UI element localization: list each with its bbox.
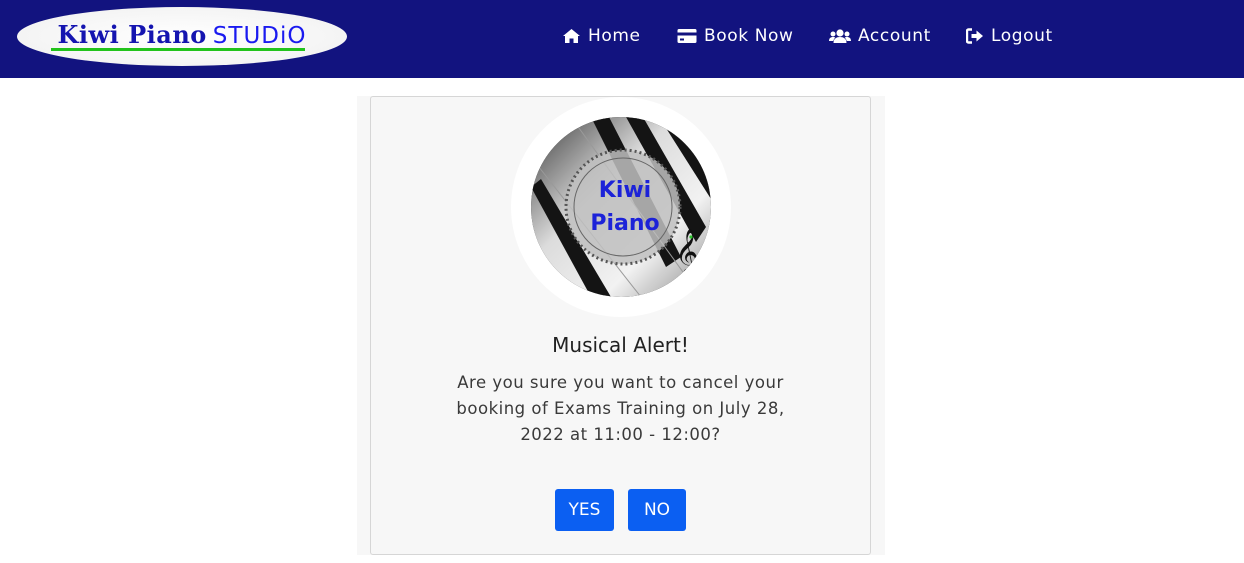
treble-clef-icon: 𝄞 xyxy=(675,229,699,277)
logo-brand-text: Kiwi Piano xyxy=(57,20,207,49)
home-icon xyxy=(563,29,580,43)
nav-home-label: Home xyxy=(588,26,641,46)
avatar-frame: Kiwi Piano 𝄞 xyxy=(511,97,731,317)
piano-keys-image: Kiwi Piano 𝄞 xyxy=(531,117,711,297)
dialog-message: Are you sure you want to cancel your boo… xyxy=(456,373,785,444)
users-icon xyxy=(829,29,851,43)
credit-card-icon xyxy=(677,29,697,43)
yes-button[interactable]: YES xyxy=(555,489,614,531)
kiwi-piano-avatar: Kiwi Piano 𝄞 xyxy=(531,117,711,297)
nav-logout-link[interactable]: Logout xyxy=(966,22,1053,50)
dialog-title: Musical Alert! xyxy=(552,333,689,357)
cancel-booking-dialog: Kiwi Piano 𝄞 Musical Alert! Are you sure… xyxy=(370,96,871,555)
avatar-text-line2: Piano xyxy=(590,211,659,236)
avatar-text-line1: Kiwi xyxy=(599,178,651,203)
nav-book-now-label: Book Now xyxy=(704,26,794,46)
nav-account-label: Account xyxy=(858,26,931,46)
svg-text:𝄞: 𝄞 xyxy=(675,229,699,277)
nav-home-link[interactable]: Home xyxy=(562,22,641,50)
kiwi-piano-studio-logo[interactable]: Kiwi Piano STUDiO xyxy=(17,7,347,66)
sign-out-icon xyxy=(966,28,983,44)
top-navbar: Kiwi PianoSTUDiO Home Book Now Account xyxy=(0,0,1244,78)
logo-studio-text: STUDiO xyxy=(212,23,307,49)
nav-logout-label: Logout xyxy=(991,26,1053,46)
nav-account-link[interactable]: Account xyxy=(829,22,931,50)
no-button[interactable]: NO xyxy=(628,489,686,531)
nav-book-now-link[interactable]: Book Now xyxy=(677,22,794,50)
